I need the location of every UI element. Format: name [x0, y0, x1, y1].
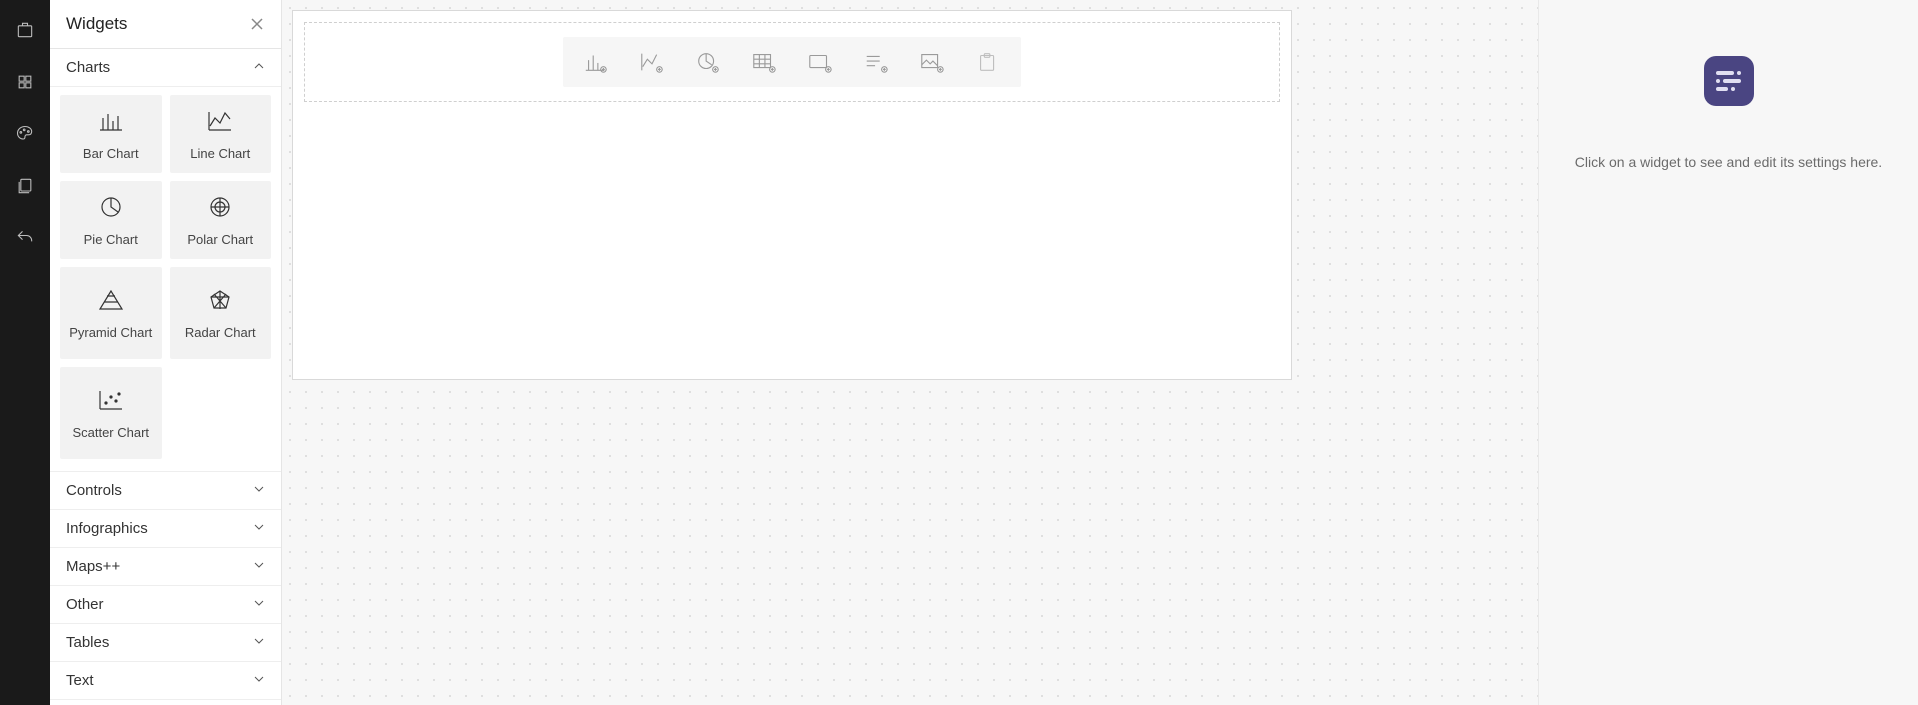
radar-chart-icon — [206, 288, 234, 325]
paste-button[interactable] — [973, 47, 1003, 77]
theme-rail-icon[interactable] — [13, 122, 37, 146]
left-icon-rail — [0, 0, 50, 705]
widget-line-chart[interactable]: Line Chart — [170, 95, 272, 173]
bar-chart-icon — [97, 109, 125, 146]
widget-pie-chart[interactable]: Pie Chart — [60, 181, 162, 259]
settings-empty-hint: Click on a widget to see and edit its se… — [1555, 154, 1902, 170]
widgets-panel-header: Widgets — [50, 0, 281, 49]
insert-bar-chart-button[interactable] — [581, 47, 611, 77]
polar-chart-icon — [206, 195, 234, 232]
report-canvas[interactable] — [282, 0, 1538, 705]
widget-bar-chart[interactable]: Bar Chart — [60, 95, 162, 173]
app-logo-icon — [1704, 56, 1754, 106]
data-rail-icon[interactable] — [13, 70, 37, 94]
widgets-rail-icon[interactable] — [13, 18, 37, 42]
widget-drop-zone[interactable] — [304, 22, 1280, 102]
section-header-charts[interactable]: Charts — [50, 49, 281, 87]
section-label-controls: Controls — [66, 482, 122, 499]
close-panel-button[interactable] — [249, 16, 265, 32]
section-header-infographics[interactable]: Infographics — [50, 510, 281, 548]
pyramid-chart-icon — [97, 288, 125, 325]
section-label-maps: Maps++ — [66, 558, 120, 575]
section-body-charts: Bar Chart Line Chart Pie Chart — [50, 87, 281, 472]
pie-chart-icon — [97, 195, 125, 232]
section-header-maps[interactable]: Maps++ — [50, 548, 281, 586]
section-header-controls[interactable]: Controls — [50, 472, 281, 510]
insert-pie-chart-button[interactable] — [693, 47, 723, 77]
scatter-chart-icon — [97, 388, 125, 425]
pages-rail-icon[interactable] — [13, 174, 37, 198]
section-header-text[interactable]: Text — [50, 662, 281, 700]
widget-pyramid-chart[interactable]: Pyramid Chart — [60, 267, 162, 359]
section-label-tables: Tables — [66, 634, 109, 651]
widget-scatter-chart[interactable]: Scatter Chart — [60, 367, 162, 459]
section-header-other[interactable]: Other — [50, 586, 281, 624]
insert-table-button[interactable] — [749, 47, 779, 77]
chevron-down-icon — [253, 558, 265, 575]
section-label-text: Text — [66, 672, 94, 689]
section-header-tables[interactable]: Tables — [50, 624, 281, 662]
widget-label: Radar Chart — [185, 325, 256, 341]
insert-image-button[interactable] — [917, 47, 947, 77]
widget-label: Pyramid Chart — [69, 325, 152, 341]
widget-label: Scatter Chart — [72, 425, 149, 441]
chevron-down-icon — [253, 596, 265, 613]
chevron-down-icon — [253, 634, 265, 651]
chevron-down-icon — [253, 672, 265, 689]
widget-label: Polar Chart — [187, 232, 253, 248]
widget-radar-chart[interactable]: Radar Chart — [170, 267, 272, 359]
widget-polar-chart[interactable]: Polar Chart — [170, 181, 272, 259]
chevron-down-icon — [253, 482, 265, 499]
widgets-panel: Widgets Charts Bar Chart — [50, 0, 282, 705]
insert-toolbar — [563, 37, 1021, 87]
widget-label: Bar Chart — [83, 146, 139, 162]
report-page[interactable] — [292, 10, 1292, 380]
chevron-up-icon — [253, 59, 265, 76]
insert-text-button[interactable] — [861, 47, 891, 77]
widget-label: Pie Chart — [84, 232, 138, 248]
widget-label: Line Chart — [190, 146, 250, 162]
widgets-accordion: Charts Bar Chart Line Chart — [50, 49, 281, 705]
insert-line-chart-button[interactable] — [637, 47, 667, 77]
chevron-down-icon — [253, 520, 265, 537]
section-label-infographics: Infographics — [66, 520, 148, 537]
section-label-charts: Charts — [66, 59, 110, 76]
section-label-other: Other — [66, 596, 104, 613]
insert-card-button[interactable] — [805, 47, 835, 77]
line-chart-icon — [206, 109, 234, 146]
undo-rail-icon[interactable] — [13, 226, 37, 250]
settings-panel: Click on a widget to see and edit its se… — [1538, 0, 1918, 705]
widgets-panel-title: Widgets — [66, 14, 127, 34]
